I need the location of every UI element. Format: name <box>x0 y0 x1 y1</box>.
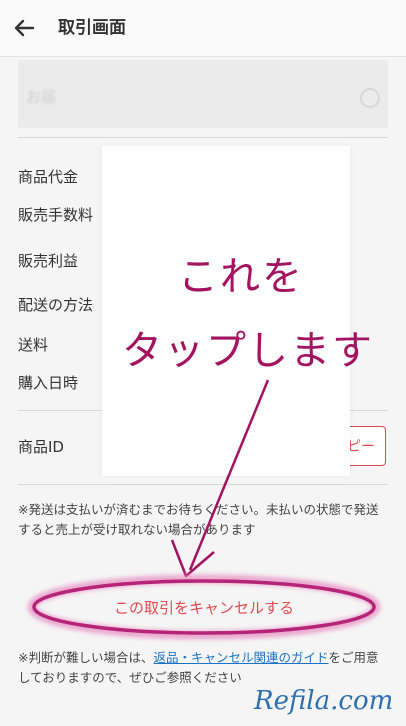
radio-circle-icon <box>360 88 380 108</box>
return-cancel-guide-link[interactable]: 返品・キャンセル関連のガイド <box>153 650 328 665</box>
shipping-notice: ※発送は支払いが済むまでお待ちください。未払いの状態で発送すると売上が受け取れな… <box>18 502 379 537</box>
arrow-left-icon <box>14 19 35 37</box>
app-header: 取引画面 <box>0 0 406 57</box>
row-label-sales-profit: 販売利益 <box>18 252 79 270</box>
divider <box>18 137 388 138</box>
row-label-item-price: 商品代金 <box>18 168 79 186</box>
annotation-line2: タップします <box>122 328 374 374</box>
help-text: ※判断が難しい場合は、返品・キャンセル関連のガイドをご用意しておりますので、ぜひ… <box>18 648 388 688</box>
annotation-line1: これを <box>178 254 304 300</box>
row-label-item-id: 商品ID <box>18 438 64 456</box>
row-label-shipping-method: 配送の方法 <box>18 296 94 314</box>
cancel-transaction-button[interactable]: この取引をキャンセルする <box>36 584 372 630</box>
transaction-screen: 取引画面 お届 商品代金 販売手数料 販売利益 配送の方法 送料 購入日時 商品… <box>0 0 406 726</box>
back-button[interactable] <box>10 14 38 42</box>
delivery-label: お届 <box>26 88 57 106</box>
redaction-overlay <box>102 146 350 476</box>
row-label-sales-fee: 販売手数料 <box>18 206 94 224</box>
divider <box>18 484 388 485</box>
help-prefix: ※判断が難しい場合は、 <box>18 650 154 665</box>
row-label-purchase-date: 購入日時 <box>18 374 79 392</box>
watermark: Refila.com <box>254 686 394 716</box>
page-title: 取引画面 <box>58 18 126 38</box>
delivery-address-box[interactable]: お届 <box>18 60 388 128</box>
row-label-shipping-fee: 送料 <box>18 336 49 354</box>
